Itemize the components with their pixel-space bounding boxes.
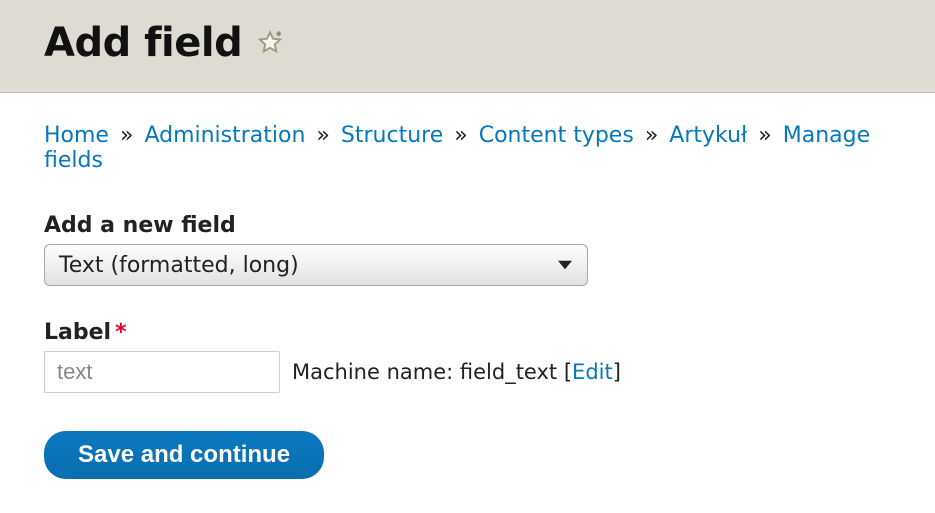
breadcrumb-separator: » bbox=[454, 123, 467, 148]
machine-name-edit-link[interactable]: Edit bbox=[572, 360, 613, 384]
label-input[interactable] bbox=[44, 351, 280, 393]
label-text: Label bbox=[44, 320, 111, 345]
favorite-star-icon[interactable] bbox=[256, 29, 284, 57]
save-and-continue-button[interactable]: Save and continue bbox=[44, 431, 324, 479]
field-type-label: Add a new field bbox=[44, 213, 891, 238]
field-type-select[interactable]: Text (formatted, long) bbox=[44, 244, 588, 286]
label-row: Machine name: field_text [Edit] bbox=[44, 351, 891, 393]
breadcrumb-separator: » bbox=[316, 123, 329, 148]
field-type-select-value[interactable]: Text (formatted, long) bbox=[44, 244, 588, 286]
breadcrumb-link-artykul[interactable]: Artykuł bbox=[669, 123, 747, 148]
page-title: Add field bbox=[44, 20, 242, 66]
required-marker: * bbox=[115, 320, 127, 345]
page-header: Add field bbox=[0, 0, 935, 93]
breadcrumb-separator: » bbox=[120, 123, 133, 148]
content-region: Home » Administration » Structure » Cont… bbox=[0, 93, 935, 509]
breadcrumb-separator: » bbox=[758, 123, 771, 148]
label-field-label: Label* bbox=[44, 320, 891, 345]
machine-name-display: Machine name: field_text [Edit] bbox=[292, 360, 621, 384]
breadcrumb-link-structure[interactable]: Structure bbox=[341, 123, 443, 148]
breadcrumb-separator: » bbox=[645, 123, 658, 148]
machine-name-bracket-open: [ bbox=[564, 360, 572, 384]
machine-name-value: field_text bbox=[460, 360, 557, 384]
breadcrumb-link-administration[interactable]: Administration bbox=[144, 123, 305, 148]
machine-name-prefix: Machine name: bbox=[292, 360, 460, 384]
breadcrumb-link-content-types[interactable]: Content types bbox=[479, 123, 634, 148]
breadcrumb: Home » Administration » Structure » Cont… bbox=[44, 123, 891, 173]
machine-name-bracket-close: ] bbox=[613, 360, 621, 384]
breadcrumb-link-home[interactable]: Home bbox=[44, 123, 109, 148]
